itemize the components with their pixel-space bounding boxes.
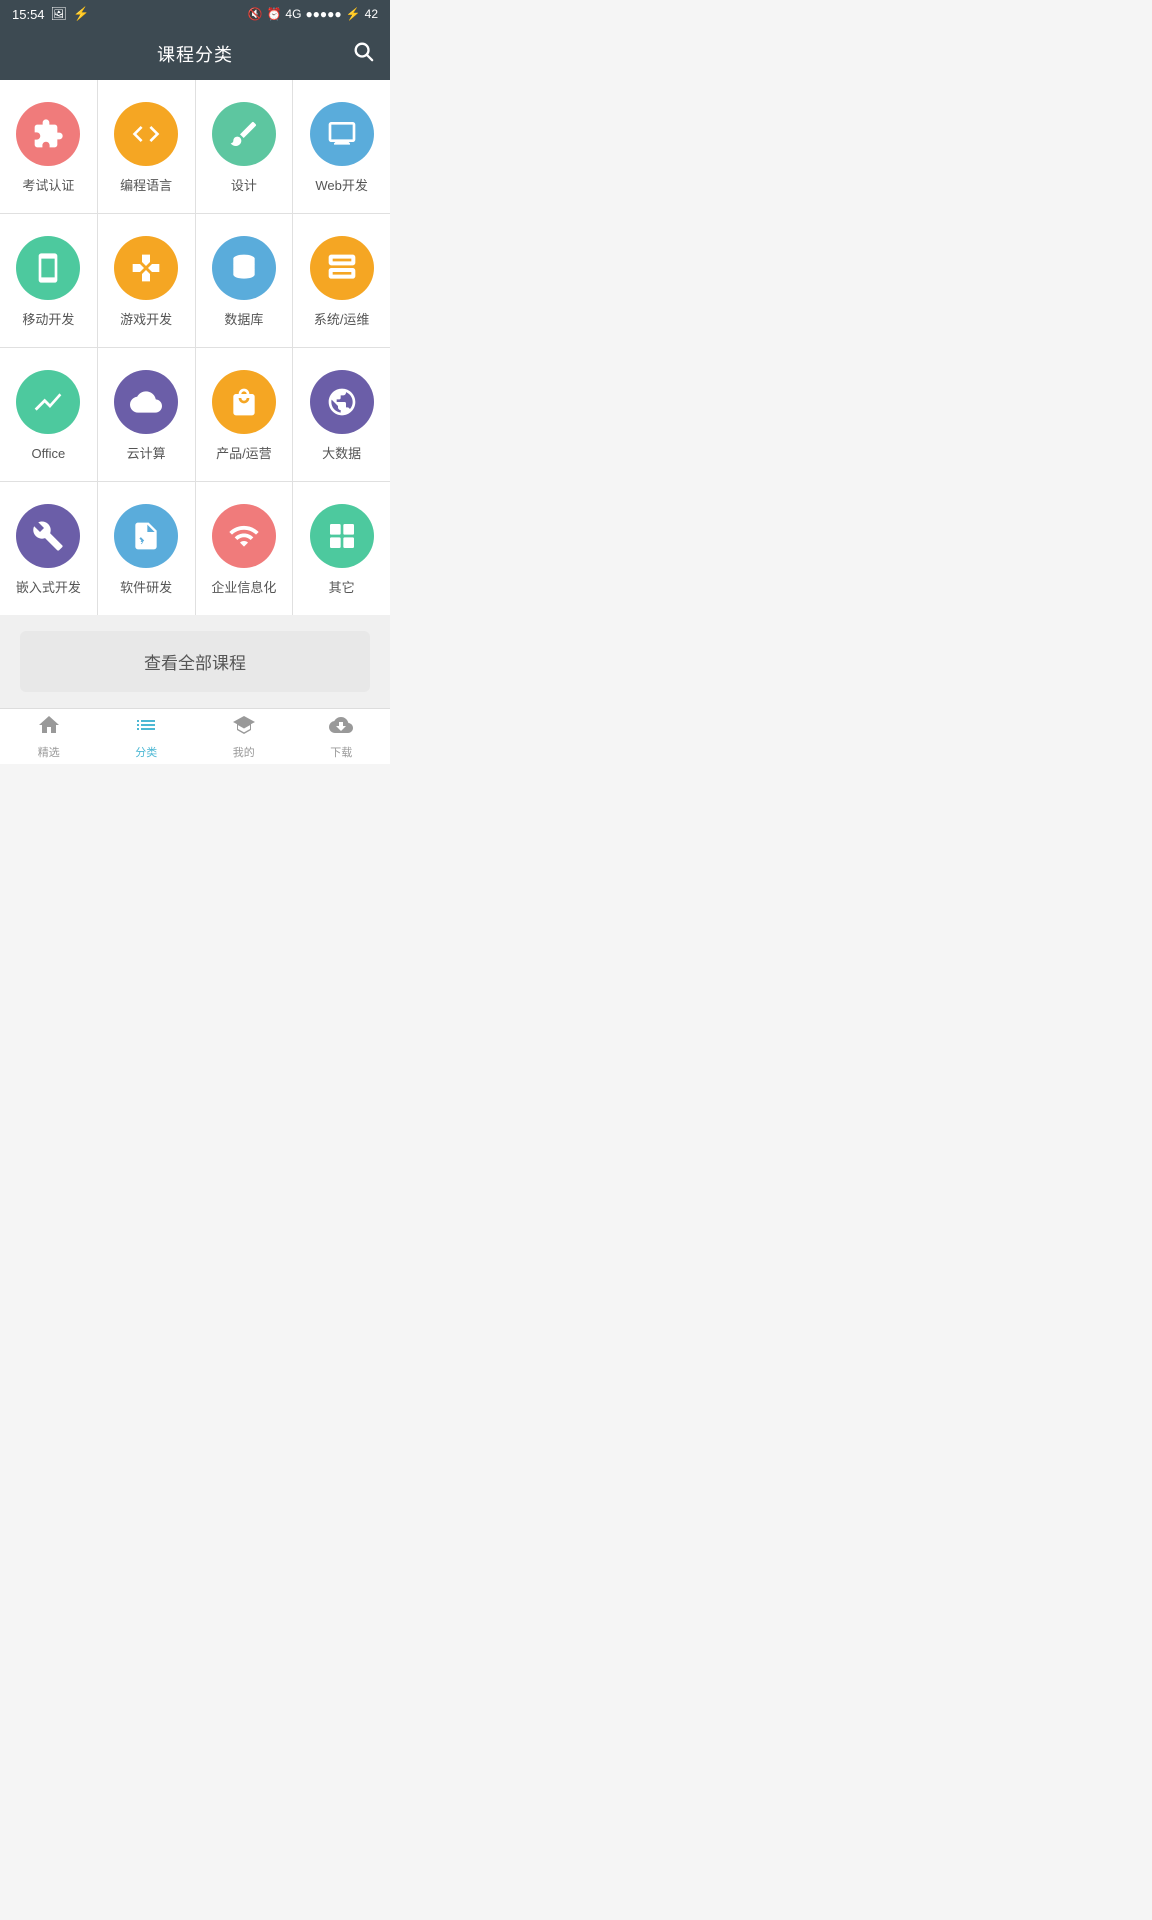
enterprise-label: 企业信息化 xyxy=(211,580,276,597)
product-icon xyxy=(212,370,276,434)
cloud-icon xyxy=(114,370,178,434)
battery-level: 42 xyxy=(365,7,378,21)
sysops-icon xyxy=(310,236,374,300)
photo-icon: 🖼 xyxy=(51,6,68,22)
programming-label: 编程语言 xyxy=(120,178,172,195)
category-item-office[interactable]: Office xyxy=(0,348,97,481)
signal-icon: ●●●●● xyxy=(305,7,341,21)
nav-item-home[interactable]: 精选 xyxy=(0,709,98,764)
category-item-other[interactable]: 其它 xyxy=(293,482,390,615)
game-label: 游戏开发 xyxy=(120,312,172,329)
battery-icon: ⚡ xyxy=(346,7,361,21)
software-icon xyxy=(114,504,178,568)
category-item-cloud[interactable]: 云计算 xyxy=(98,348,195,481)
category-item-product[interactable]: 产品/运营 xyxy=(196,348,293,481)
category-item-enterprise[interactable]: 企业信息化 xyxy=(196,482,293,615)
nav-download-icon xyxy=(329,713,353,741)
web-icon xyxy=(310,102,374,166)
mobile-label: 移动开发 xyxy=(22,312,74,329)
bigdata-label: 大数据 xyxy=(322,446,361,463)
header: 课程分类 xyxy=(0,28,390,80)
nav-download-label: 下载 xyxy=(330,744,352,760)
category-grid: 考试认证 编程语言 设计 Web开发移动开发 游戏开发 数据库 系统/运维 Office 云计算… xyxy=(0,80,390,615)
programming-icon xyxy=(114,102,178,166)
nav-item-download[interactable]: 下载 xyxy=(293,709,391,764)
status-right: 🔇 ⏰ 4G ●●●●● ⚡ 42 xyxy=(248,7,378,21)
status-bar: 15:54 🖼 ⚡ 🔇 ⏰ 4G ●●●●● ⚡ 42 xyxy=(0,0,390,28)
category-item-sysops[interactable]: 系统/运维 xyxy=(293,214,390,347)
office-label: Office xyxy=(32,446,66,463)
bottom-nav: 精选 分类 我的 下载 xyxy=(0,708,390,764)
design-icon xyxy=(212,102,276,166)
enterprise-icon xyxy=(212,504,276,568)
mute-icon: 🔇 xyxy=(248,7,263,21)
office-icon xyxy=(16,370,80,434)
category-item-bigdata[interactable]: 大数据 xyxy=(293,348,390,481)
nav-category-label: 分类 xyxy=(135,744,157,760)
other-icon xyxy=(310,504,374,568)
design-label: 设计 xyxy=(231,178,257,195)
nav-item-category[interactable]: 分类 xyxy=(98,709,196,764)
category-item-database[interactable]: 数据库 xyxy=(196,214,293,347)
search-button[interactable] xyxy=(352,40,374,68)
database-label: 数据库 xyxy=(224,312,263,329)
exam-label: 考试认证 xyxy=(22,178,74,195)
sysops-label: 系统/运维 xyxy=(314,312,370,329)
category-item-embedded[interactable]: 嵌入式开发 xyxy=(0,482,97,615)
cloud-label: 云计算 xyxy=(127,446,166,463)
game-icon xyxy=(114,236,178,300)
status-left: 15:54 🖼 ⚡ xyxy=(12,6,89,22)
category-item-exam[interactable]: 考试认证 xyxy=(0,80,97,213)
nav-item-mine[interactable]: 我的 xyxy=(195,709,293,764)
web-label: Web开发 xyxy=(315,178,368,195)
mobile-icon xyxy=(16,236,80,300)
software-label: 软件研发 xyxy=(120,580,172,597)
database-icon xyxy=(212,236,276,300)
network-label: 4G xyxy=(285,7,301,21)
nav-mine-label: 我的 xyxy=(233,744,255,760)
nav-mine-icon xyxy=(232,713,256,741)
category-item-design[interactable]: 设计 xyxy=(196,80,293,213)
category-item-programming[interactable]: 编程语言 xyxy=(98,80,195,213)
exam-icon xyxy=(16,102,80,166)
product-label: 产品/运营 xyxy=(216,446,272,463)
nav-category-icon xyxy=(134,713,158,741)
category-item-game[interactable]: 游戏开发 xyxy=(98,214,195,347)
view-all-button[interactable]: 查看全部课程 xyxy=(20,631,370,692)
bigdata-icon xyxy=(310,370,374,434)
embedded-icon xyxy=(16,504,80,568)
main-content: 考试认证 编程语言 设计 Web开发移动开发 游戏开发 数据库 系统/运维 Office 云计算… xyxy=(0,80,390,708)
alarm-icon: ⏰ xyxy=(266,7,281,21)
category-item-mobile[interactable]: 移动开发 xyxy=(0,214,97,347)
usb-icon: ⚡ xyxy=(73,6,89,22)
embedded-label: 嵌入式开发 xyxy=(16,580,81,597)
other-label: 其它 xyxy=(329,580,355,597)
category-item-web[interactable]: Web开发 xyxy=(293,80,390,213)
time: 15:54 xyxy=(12,7,45,22)
category-item-software[interactable]: 软件研发 xyxy=(98,482,195,615)
page-title: 课程分类 xyxy=(157,41,233,67)
nav-home-icon xyxy=(37,713,61,741)
nav-home-label: 精选 xyxy=(38,744,60,760)
